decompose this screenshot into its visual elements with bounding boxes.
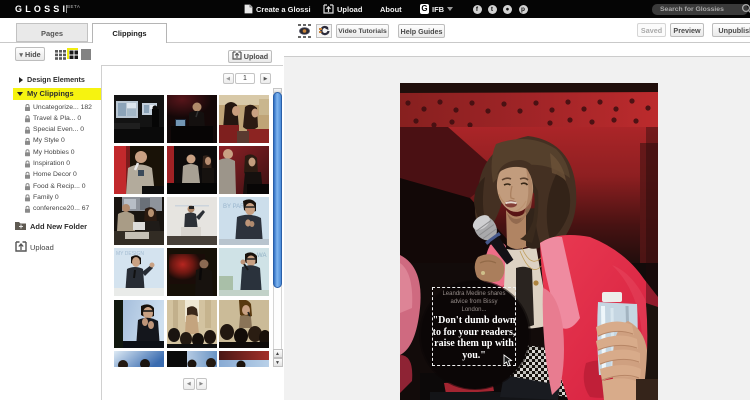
svg-text:BY PAR: BY PAR — [223, 204, 245, 210]
svg-text:WA: WA — [257, 253, 266, 259]
svg-text:MY DESIGN: MY DESIGN — [116, 251, 144, 257]
